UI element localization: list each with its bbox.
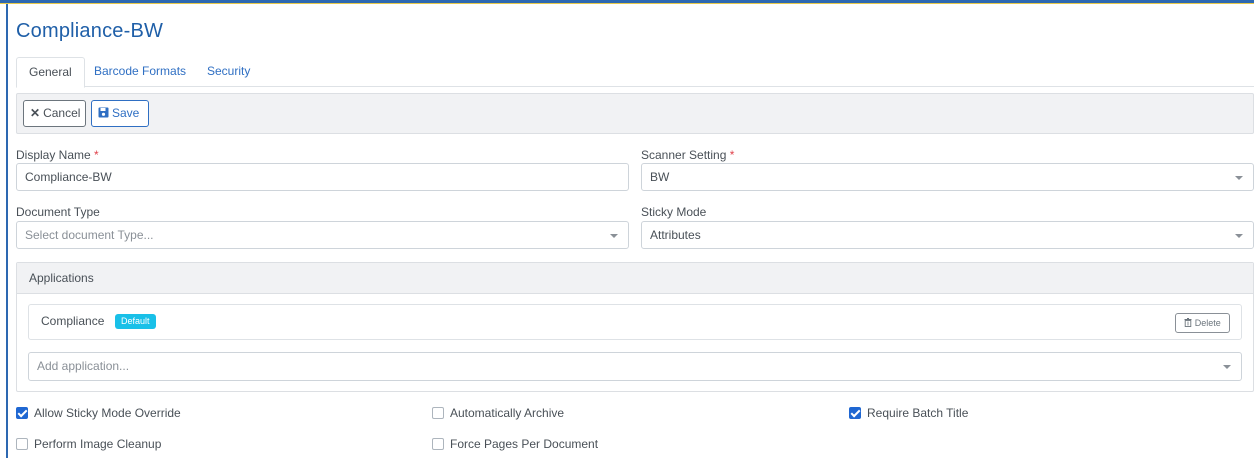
delete-button[interactable]: Delete — [1175, 313, 1230, 333]
sticky-mode-label: Sticky Mode — [641, 205, 707, 219]
display-name-label-text: Display Name — [16, 148, 91, 162]
floppy-disk-icon — [98, 101, 109, 126]
trash-icon — [1184, 318, 1195, 328]
save-button-label: Save — [112, 106, 140, 120]
chevron-down-icon — [1223, 365, 1231, 369]
display-name-input[interactable]: Compliance-BW — [16, 163, 629, 191]
cancel-button[interactable]: ✕ Cancel — [23, 100, 86, 127]
require-batch-title-checkbox[interactable]: Require Batch Title — [849, 406, 1049, 422]
checkbox-label: Automatically Archive — [450, 406, 565, 420]
force-pages-per-document-checkbox[interactable]: Force Pages Per Document — [432, 437, 632, 453]
checkbox-label: Perform Image Cleanup — [34, 437, 162, 451]
list-item: Compliance Default Delete — [28, 304, 1242, 340]
cancel-button-label: Cancel — [43, 106, 81, 120]
add-application-placeholder: Add application... — [37, 359, 130, 373]
checkbox-checked — [849, 407, 861, 419]
allow-sticky-mode-override-checkbox[interactable]: Allow Sticky Mode Override — [16, 406, 216, 422]
times-icon: ✕ — [30, 106, 41, 120]
default-badge: Default — [115, 314, 156, 329]
checkbox-label: Require Batch Title — [867, 406, 969, 420]
left-accent-line — [6, 4, 8, 458]
scanner-setting-label: Scanner Setting * — [641, 148, 734, 162]
checkbox-unchecked — [432, 438, 444, 450]
automatically-archive-checkbox[interactable]: Automatically Archive — [432, 406, 632, 422]
document-type-label: Document Type — [16, 205, 100, 219]
required-marker: * — [729, 148, 735, 162]
tab-bar: General Barcode Formats Security — [16, 57, 1254, 88]
application-name: Compliance — [41, 314, 105, 328]
required-marker: * — [94, 148, 99, 162]
tab-barcode-formats[interactable]: Barcode Formats — [82, 57, 198, 87]
applications-panel: Applications Compliance Default Delete A… — [16, 262, 1254, 392]
checkbox-label: Force Pages Per Document — [450, 437, 599, 451]
document-type-placeholder: Select document Type... — [25, 228, 154, 242]
checkbox-checked — [16, 407, 28, 419]
save-button[interactable]: Save — [91, 100, 149, 127]
applications-heading: Applications — [17, 263, 1253, 294]
scanner-setting-select[interactable]: BW — [641, 163, 1254, 191]
tab-security[interactable]: Security — [195, 57, 262, 87]
perform-image-cleanup-checkbox[interactable]: Perform Image Cleanup — [16, 437, 216, 453]
checkbox-unchecked — [432, 407, 444, 419]
chevron-down-icon — [1235, 176, 1243, 180]
scanner-setting-value: BW — [650, 170, 670, 184]
action-toolbar: ✕ Cancel Save — [16, 93, 1254, 134]
page-title: Compliance-BW — [16, 20, 164, 42]
document-type-select[interactable]: Select document Type... — [16, 221, 629, 249]
top-accent-bar — [0, 0, 1254, 4]
chevron-down-icon — [1235, 234, 1243, 238]
scanner-setting-label-text: Scanner Setting — [641, 148, 727, 162]
display-name-label: Display Name * — [16, 148, 99, 162]
chevron-down-icon — [610, 234, 618, 238]
sticky-mode-select[interactable]: Attributes — [641, 221, 1254, 249]
delete-button-label: Delete — [1194, 318, 1221, 328]
checkbox-label: Allow Sticky Mode Override — [34, 406, 181, 420]
sticky-mode-value: Attributes — [650, 228, 701, 242]
add-application-select[interactable]: Add application... — [28, 352, 1242, 381]
tab-general[interactable]: General — [16, 57, 85, 88]
checkbox-unchecked — [16, 438, 28, 450]
